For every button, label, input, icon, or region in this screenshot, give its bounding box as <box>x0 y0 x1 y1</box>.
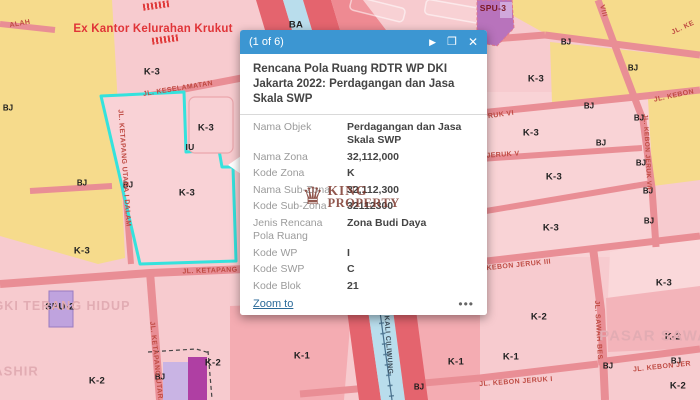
attribute-label: Kode Blok <box>253 280 347 294</box>
watermark: ♛ KING PROPERTY <box>302 184 400 210</box>
more-options-button[interactable]: ••• <box>458 297 474 311</box>
map-canvas[interactable]: Ex Kantor Kelurahan Krukut K-3 K-3 IU K-… <box>0 0 700 400</box>
attribute-value: Perdagangan dan Jasa Skala SWP <box>347 121 474 148</box>
zoom-to-link[interactable]: Zoom to <box>253 298 293 310</box>
attribute-label: Kode Zona <box>253 167 347 181</box>
dock-icon[interactable]: ❐ <box>447 37 457 48</box>
popup-footer: Zoom to ••• <box>240 293 487 315</box>
attribute-row: Kode ZonaK <box>240 166 487 183</box>
attribute-value: 21 <box>347 280 474 294</box>
attribute-row: Kode SWPC <box>240 262 487 279</box>
attribute-row: Nama ObjekPerdagangan dan Jasa Skala SWP <box>240 119 487 149</box>
popup-header: (1 of 6) ▶ ❐ ✕ <box>240 30 487 54</box>
yellow-zone-left <box>0 0 125 264</box>
feature-popup: (1 of 6) ▶ ❐ ✕ Rencana Pola Ruang RDTR W… <box>240 30 487 315</box>
crown-icon: ♛ <box>302 185 324 209</box>
magenta-parcel <box>188 357 207 400</box>
attribute-value: C <box>347 263 474 277</box>
close-icon[interactable]: ✕ <box>468 36 478 48</box>
attribute-label: Jenis Rencana Pola Ruang <box>253 217 347 244</box>
feature-count: (1 of 6) <box>249 36 284 48</box>
attribute-table: Nama ObjekPerdagangan dan Jasa Skala SWP… <box>240 115 487 315</box>
watermark-line2: PROPERTY <box>328 197 400 210</box>
attribute-value: Zona Budi Daya <box>347 217 474 244</box>
popup-title: Rencana Pola Ruang RDTR WP DKI Jakarta 2… <box>240 54 487 115</box>
attribute-row: Jenis Rencana Pola RuangZona Budi Daya <box>240 215 487 245</box>
spu2-parcel <box>49 291 73 327</box>
attribute-value: I <box>347 247 474 261</box>
attribute-row: Nama Zona32,112,000 <box>240 149 487 166</box>
attribute-value: 32,112,000 <box>347 151 474 165</box>
next-feature-icon[interactable]: ▶ <box>429 38 436 47</box>
attribute-row: Kode WPI <box>240 245 487 262</box>
attribute-label: Kode SWP <box>253 263 347 277</box>
attribute-label: Nama Zona <box>253 151 347 165</box>
attribute-label: Nama Objek <box>253 121 347 148</box>
attribute-label: Kode WP <box>253 247 347 261</box>
attribute-value: K <box>347 167 474 181</box>
